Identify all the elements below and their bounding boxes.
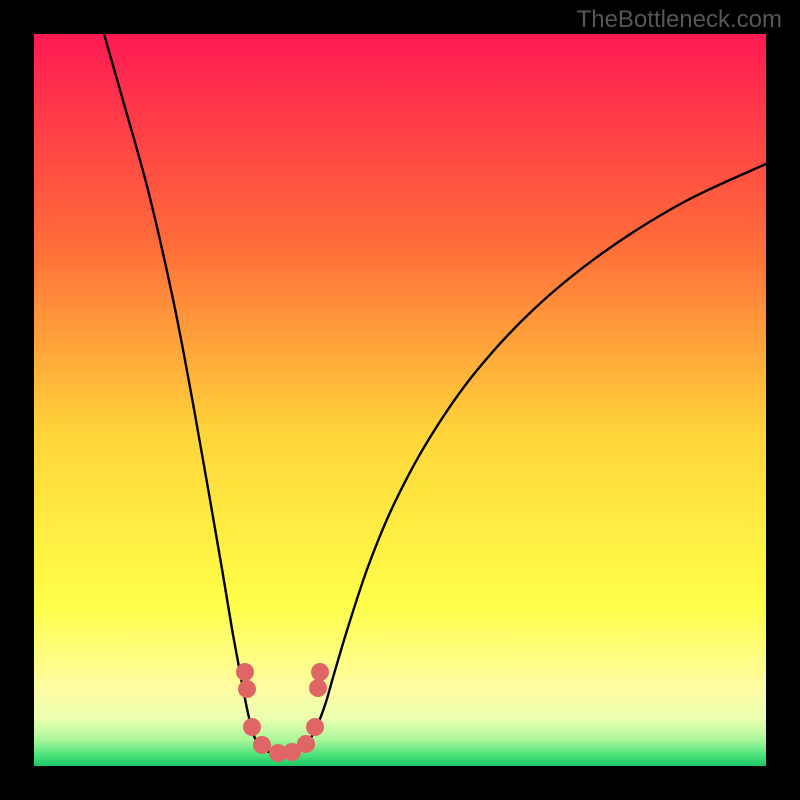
marker-dot bbox=[309, 679, 327, 697]
marker-dot bbox=[253, 736, 271, 754]
marker-dots bbox=[236, 663, 329, 762]
marker-dot bbox=[238, 680, 256, 698]
marker-dot bbox=[297, 735, 315, 753]
watermark-text: TheBottleneck.com bbox=[577, 6, 782, 34]
bottleneck-curve bbox=[104, 34, 766, 755]
chart-frame: TheBottleneck.com bbox=[0, 0, 800, 800]
marker-dot bbox=[311, 663, 329, 681]
curve-layer bbox=[34, 34, 766, 766]
marker-dot bbox=[306, 718, 324, 736]
plot-area bbox=[34, 34, 766, 766]
marker-dot bbox=[243, 718, 261, 736]
marker-dot bbox=[236, 663, 254, 681]
